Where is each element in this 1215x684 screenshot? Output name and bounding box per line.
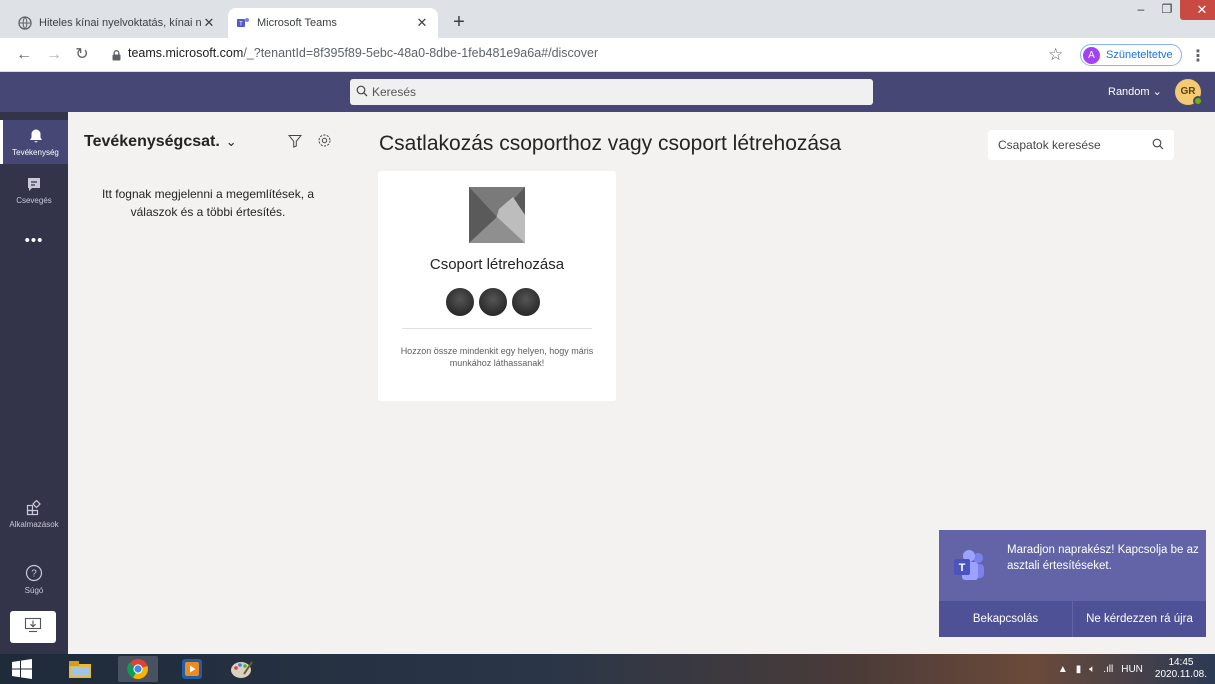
clock-time: 14:45 [1168, 657, 1194, 668]
create-team-description: Hozzon össze mindenkit egy helyen, hogy … [400, 346, 594, 368]
activity-feed-dropdown[interactable]: Tevékenységcsat. ⌄ [84, 133, 237, 151]
search-input[interactable]: Keresés [350, 79, 873, 105]
member-avatars [445, 287, 544, 317]
rail-label-help: Súgó [24, 586, 44, 595]
reload-icon[interactable]: ↻ [72, 45, 92, 65]
filter-icon[interactable] [287, 134, 303, 153]
file-explorer-icon[interactable] [60, 656, 100, 682]
tenant-name: Random [1108, 86, 1150, 98]
paint-icon[interactable] [222, 656, 262, 682]
signal-icon[interactable]: .ıll [1103, 664, 1113, 675]
presence-available-icon [1193, 96, 1203, 106]
page-title: Csatlakozás csoporthoz vagy csoport létr… [379, 132, 842, 155]
windows-start-icon[interactable] [2, 656, 42, 682]
network-device-icon[interactable]: ▮ [1076, 664, 1082, 675]
browser-menu-icon[interactable]: ⋮ [1190, 46, 1206, 66]
download-app-button[interactable] [10, 611, 56, 643]
volume-icon[interactable]: 🔈︎ [1089, 664, 1095, 675]
chevron-down-icon: ⌄ [1152, 86, 1162, 98]
new-tab-button[interactable]: + [448, 12, 470, 34]
browser-tab-hiteles[interactable]: Hiteles kínai nyelvoktatás, kínai n ✕ [10, 8, 225, 38]
search-placeholder: Keresés [372, 85, 417, 99]
team-search-input[interactable]: Csapatok keresése [988, 130, 1174, 160]
toast-actions: Bekapcsolás Ne kérdezzen rá újra [939, 601, 1206, 637]
more-apps-icon[interactable]: ••• [0, 232, 68, 249]
activity-panel: Tevékenységcsat. ⌄ Itt fognak megjelenni … [68, 112, 350, 654]
bookmark-star-icon[interactable]: ☆ [1048, 45, 1063, 65]
avatar-icon [511, 287, 541, 317]
svg-text:T: T [959, 562, 966, 574]
profile-avatar: A [1083, 46, 1100, 64]
back-icon[interactable]: ← [14, 45, 34, 65]
url-host: teams.microsoft.com [128, 46, 244, 60]
teams-favicon-icon: T [236, 16, 250, 30]
apps-icon [0, 499, 68, 518]
card-divider [402, 328, 592, 329]
address-bar[interactable]: teams.microsoft.com/_?tenantId=8f395f89-… [128, 46, 598, 60]
show-hidden-icons-icon[interactable]: ▲ [1058, 664, 1068, 675]
teams-logo-icon: T [952, 547, 988, 583]
media-player-icon[interactable] [172, 656, 212, 682]
url-path: /_?tenantId=8f395f89-5ebc-48a0-8dbe-1feb… [243, 46, 599, 60]
help-icon: ? [0, 564, 68, 584]
create-team-card[interactable]: Csoport létrehozása Hozzon össze mindenk… [378, 171, 616, 401]
avatar-icon [445, 287, 475, 317]
settings-gear-icon[interactable] [317, 133, 332, 153]
team-search-placeholder: Csapatok keresése [998, 138, 1101, 152]
activity-title: Tevékenységcsat. [84, 133, 220, 150]
rail-item-activity[interactable]: Tevékenység [0, 120, 68, 164]
tab-close-icon[interactable]: ✕ [414, 15, 430, 31]
window-close-icon[interactable]: ✕ [1180, 0, 1215, 20]
maximize-icon[interactable]: ❐ [1154, 0, 1180, 20]
system-clock[interactable]: 14:45 2020.11.08. [1155, 657, 1207, 681]
rail-label-chat: Csevegés [16, 196, 52, 205]
input-language[interactable]: HUN [1121, 664, 1143, 675]
search-icon[interactable] [1152, 138, 1164, 153]
search-icon [356, 85, 368, 100]
rail-label-activity: Tevékenység [12, 148, 59, 157]
chrome-icon[interactable] [118, 656, 158, 682]
tab-title: Hiteles kínai nyelvoktatás, kínai n [39, 17, 201, 29]
enable-notifications-button[interactable]: Bekapcsolás [939, 601, 1072, 637]
avatar-icon [478, 287, 508, 317]
rail-item-apps[interactable]: Alkalmazások [0, 499, 68, 542]
app-rail: Tevékenység Csevegés ••• Alkalmazások ? … [0, 112, 68, 654]
clock-date: 2020.11.08. [1154, 669, 1207, 680]
activity-empty-message: Itt fognak megjelenni a megemlítések, a … [101, 187, 315, 219]
browser-toolbar: ← → ↻ teams.microsoft.com/_?tenantId=8f3… [0, 38, 1215, 72]
minimize-icon[interactable]: – [1128, 0, 1154, 20]
tab-title: Microsoft Teams [257, 17, 337, 29]
rail-item-help[interactable]: ? Súgó [0, 564, 68, 604]
bell-icon [3, 128, 68, 146]
team-placeholder-image-icon [469, 187, 525, 243]
profile-button[interactable]: A Szüneteltetve [1080, 44, 1182, 66]
window-controls: – ❐ ✕ [1128, 0, 1215, 22]
lock-icon [112, 48, 121, 66]
tenant-switcher[interactable]: Random ⌄ [1108, 85, 1162, 98]
browser-tab-strip: Hiteles kínai nyelvoktatás, kínai n ✕ T … [0, 0, 1215, 38]
system-tray: ▲ ▮ 🔈︎ .ıll HUN 14:45 2020.11.08. [1050, 657, 1207, 681]
svg-text:?: ? [31, 569, 37, 580]
windows-taskbar: ▲ ▮ 🔈︎ .ıll HUN 14:45 2020.11.08. [0, 654, 1215, 684]
rail-item-chat[interactable]: Csevegés [0, 172, 68, 212]
tab-close-icon[interactable]: ✕ [201, 15, 217, 31]
forward-icon[interactable]: → [44, 45, 64, 65]
chevron-down-icon: ⌄ [225, 134, 237, 149]
desktop-notifications-toast: T Maradjon naprakész! Kapcsolja be az as… [939, 530, 1206, 637]
svg-text:T: T [239, 22, 243, 28]
download-icon [24, 617, 42, 638]
globe-icon [18, 16, 32, 30]
dont-ask-again-button[interactable]: Ne kérdezzen rá újra [1072, 601, 1206, 637]
teams-header: Keresés Random ⌄ GR [0, 72, 1215, 112]
rail-label-apps: Alkalmazások [9, 520, 59, 529]
user-initials: GR [1180, 86, 1196, 97]
create-team-title: Csoport létrehozása [429, 256, 565, 273]
profile-label: Szüneteltetve [1106, 49, 1173, 61]
browser-tab-teams[interactable]: T Microsoft Teams ✕ [228, 8, 438, 38]
toast-message: Maradjon naprakész! Kapcsolja be az aszt… [1007, 544, 1199, 572]
chat-icon [0, 176, 68, 194]
user-avatar[interactable]: GR [1175, 79, 1203, 106]
